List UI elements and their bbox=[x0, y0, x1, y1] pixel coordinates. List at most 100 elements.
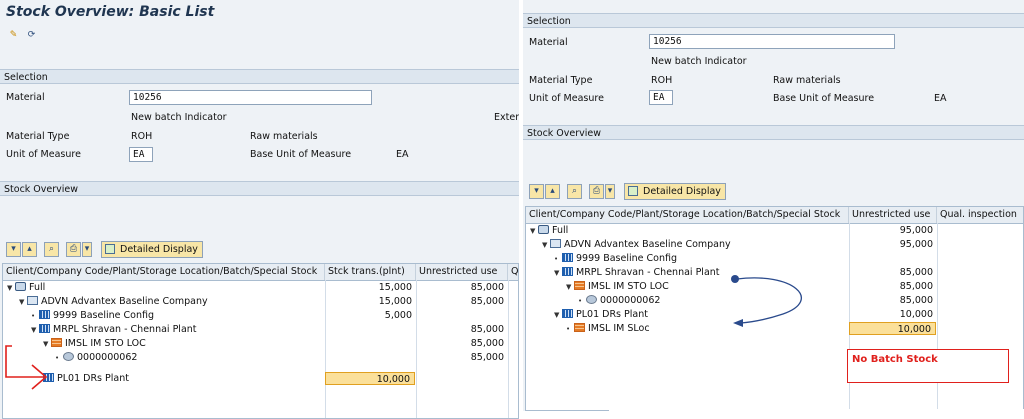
col-header-unrestricted[interactable]: Unrestricted use bbox=[849, 207, 937, 223]
detailed-display-label: Detailed Display bbox=[643, 186, 721, 197]
table-header: Client/Company Code/Plant/Storage Locati… bbox=[3, 264, 518, 281]
print-icon[interactable]: ⎙ bbox=[589, 184, 604, 199]
material-field[interactable]: 10256 bbox=[649, 34, 895, 49]
material-type-value: ROH bbox=[131, 131, 153, 142]
table-row[interactable]: ▼ MRPL Shravan - Chennai Plant 85,000 bbox=[3, 323, 518, 336]
print-icon[interactable]: ⎙ bbox=[66, 242, 81, 257]
col-header-hierarchy[interactable]: Client/Company Code/Plant/Storage Locati… bbox=[3, 264, 325, 280]
material-type-label: Material Type bbox=[6, 131, 70, 142]
batch-indicator-text: New batch Indicator bbox=[131, 112, 227, 123]
table-row[interactable]: • 9999 Baseline Config bbox=[526, 252, 1023, 265]
extern-text: Exter bbox=[494, 112, 519, 123]
unrestricted-value: 85,000 bbox=[470, 352, 504, 363]
unrestricted-value: 95,000 bbox=[899, 225, 933, 236]
plant-icon bbox=[39, 310, 50, 319]
material-field[interactable]: 10256 bbox=[129, 90, 372, 105]
print-dropdown-icon[interactable]: ▾ bbox=[82, 242, 92, 257]
callout-text: No Batch Stock bbox=[852, 354, 938, 365]
plant-icon bbox=[562, 309, 573, 318]
expand-all-icon[interactable]: ▾ bbox=[6, 242, 21, 257]
stock-transfer-value bbox=[325, 351, 416, 364]
table-row[interactable]: ▼ Full 95,000 bbox=[526, 224, 1023, 237]
table-header: Client/Company Code/Plant/Storage Locati… bbox=[526, 207, 1023, 224]
row-label: MRPL Shravan - Chennai Plant bbox=[576, 267, 720, 278]
unrestricted-value bbox=[416, 372, 508, 385]
detailed-display-button[interactable]: Detailed Display bbox=[624, 183, 726, 200]
row-label: MRPL Shravan - Chennai Plant bbox=[53, 324, 197, 335]
print-dropdown-icon[interactable]: ▾ bbox=[605, 184, 615, 199]
base-uom-label: Base Unit of Measure bbox=[250, 149, 352, 160]
row-label: IMSL IM SLoc bbox=[588, 323, 650, 334]
stock-transfer-value: 5,000 bbox=[384, 310, 412, 321]
selection-header: Selection bbox=[523, 13, 1024, 28]
unrestricted-value: 85,000 bbox=[470, 324, 504, 335]
find-icon[interactable]: ⌕ bbox=[567, 184, 582, 199]
uom-field[interactable]: EA bbox=[129, 147, 153, 162]
storage-location-icon bbox=[574, 323, 585, 332]
col-header-quality[interactable]: Qu bbox=[508, 264, 518, 280]
expand-all-icon[interactable]: ▾ bbox=[529, 184, 544, 199]
unrestricted-value: 10,000 bbox=[849, 322, 936, 335]
row-label: Full bbox=[29, 282, 46, 293]
material-type-value: ROH bbox=[651, 75, 673, 86]
plant-icon bbox=[39, 324, 50, 333]
batch-icon bbox=[63, 352, 74, 361]
table-row[interactable]: ▼ Full 15,000 85,000 bbox=[3, 281, 518, 294]
row-label: 0000000062 bbox=[600, 295, 661, 306]
selection-header: Selection bbox=[0, 69, 519, 84]
table-row[interactable]: PL01 DRs Plant 10,000 bbox=[3, 372, 518, 385]
stock-overview-header: Stock Overview bbox=[0, 181, 519, 196]
base-uom-value: EA bbox=[396, 149, 409, 160]
stock-tree-table: Client/Company Code/Plant/Storage Locati… bbox=[2, 263, 519, 419]
table-row[interactable]: ▼ IMSL IM STO LOC 85,000 bbox=[3, 337, 518, 350]
annotation-arrow-red bbox=[5, 345, 48, 390]
uom-field[interactable]: EA bbox=[649, 90, 673, 105]
stock-transfer-value bbox=[325, 323, 416, 336]
plant-icon bbox=[562, 267, 573, 276]
table-row[interactable]: ▼ ADVN Advantex Baseline Company 15,000 8… bbox=[3, 295, 518, 308]
base-uom-label: Base Unit of Measure bbox=[773, 93, 875, 104]
find-icon[interactable]: ⌕ bbox=[44, 242, 59, 257]
raw-materials-text: Raw materials bbox=[250, 131, 318, 142]
plant-icon bbox=[562, 253, 573, 262]
storage-location-icon bbox=[574, 281, 585, 290]
row-label: PL01 DRs Plant bbox=[57, 373, 129, 384]
detailed-display-button[interactable]: Detailed Display bbox=[101, 241, 203, 258]
unrestricted-value: 10,000 bbox=[899, 309, 933, 320]
edit-icon[interactable]: ✎ bbox=[6, 29, 21, 44]
row-label: 0000000062 bbox=[77, 352, 138, 363]
detail-icon bbox=[105, 244, 115, 254]
stock-transfer-value: 15,000 bbox=[378, 296, 412, 307]
table-row[interactable]: • 9999 Baseline Config 5,000 bbox=[3, 309, 518, 322]
row-label: IMSL IM STO LOC bbox=[588, 281, 669, 292]
col-header-hierarchy[interactable]: Client/Company Code/Plant/Storage Locati… bbox=[526, 207, 849, 223]
row-label: ADVN Advantex Baseline Company bbox=[41, 296, 208, 307]
no-batch-stock-callout: No Batch Stock bbox=[847, 349, 1009, 383]
stock-full-icon bbox=[15, 282, 26, 291]
unrestricted-value: 85,000 bbox=[899, 267, 933, 278]
col-header-stock-transfer[interactable]: Stck trans.(plnt) bbox=[325, 264, 416, 280]
collapse-all-icon[interactable]: ▴ bbox=[545, 184, 560, 199]
detailed-display-label: Detailed Display bbox=[120, 244, 198, 255]
unrestricted-value: 85,000 bbox=[470, 296, 504, 307]
material-type-label: Material Type bbox=[529, 75, 593, 86]
raw-materials-text: Raw materials bbox=[773, 75, 841, 86]
material-label: Material bbox=[6, 92, 45, 103]
collapse-all-icon[interactable]: ▴ bbox=[22, 242, 37, 257]
unrestricted-value bbox=[849, 252, 937, 265]
detail-icon bbox=[628, 186, 638, 196]
table-row[interactable]: ▼ ADVN Advantex Baseline Company 95,000 bbox=[526, 238, 1023, 251]
col-header-unrestricted[interactable]: Unrestricted use bbox=[416, 264, 508, 280]
refresh-icon[interactable]: ⟳ bbox=[24, 29, 39, 44]
col-header-quality[interactable]: Qual. inspection bbox=[937, 207, 1023, 223]
base-uom-value: EA bbox=[934, 93, 947, 104]
stock-overview-header: Stock Overview bbox=[523, 125, 1024, 140]
company-icon bbox=[550, 239, 561, 248]
stock-transfer-value: 15,000 bbox=[378, 282, 412, 293]
unrestricted-value: 85,000 bbox=[470, 338, 504, 349]
batch-indicator-text: New batch Indicator bbox=[651, 56, 747, 67]
unrestricted-value: 85,000 bbox=[899, 295, 933, 306]
row-label: Full bbox=[552, 225, 569, 236]
table-row[interactable]: • 0000000062 85,000 bbox=[3, 351, 518, 364]
stock-full-icon bbox=[538, 225, 549, 234]
